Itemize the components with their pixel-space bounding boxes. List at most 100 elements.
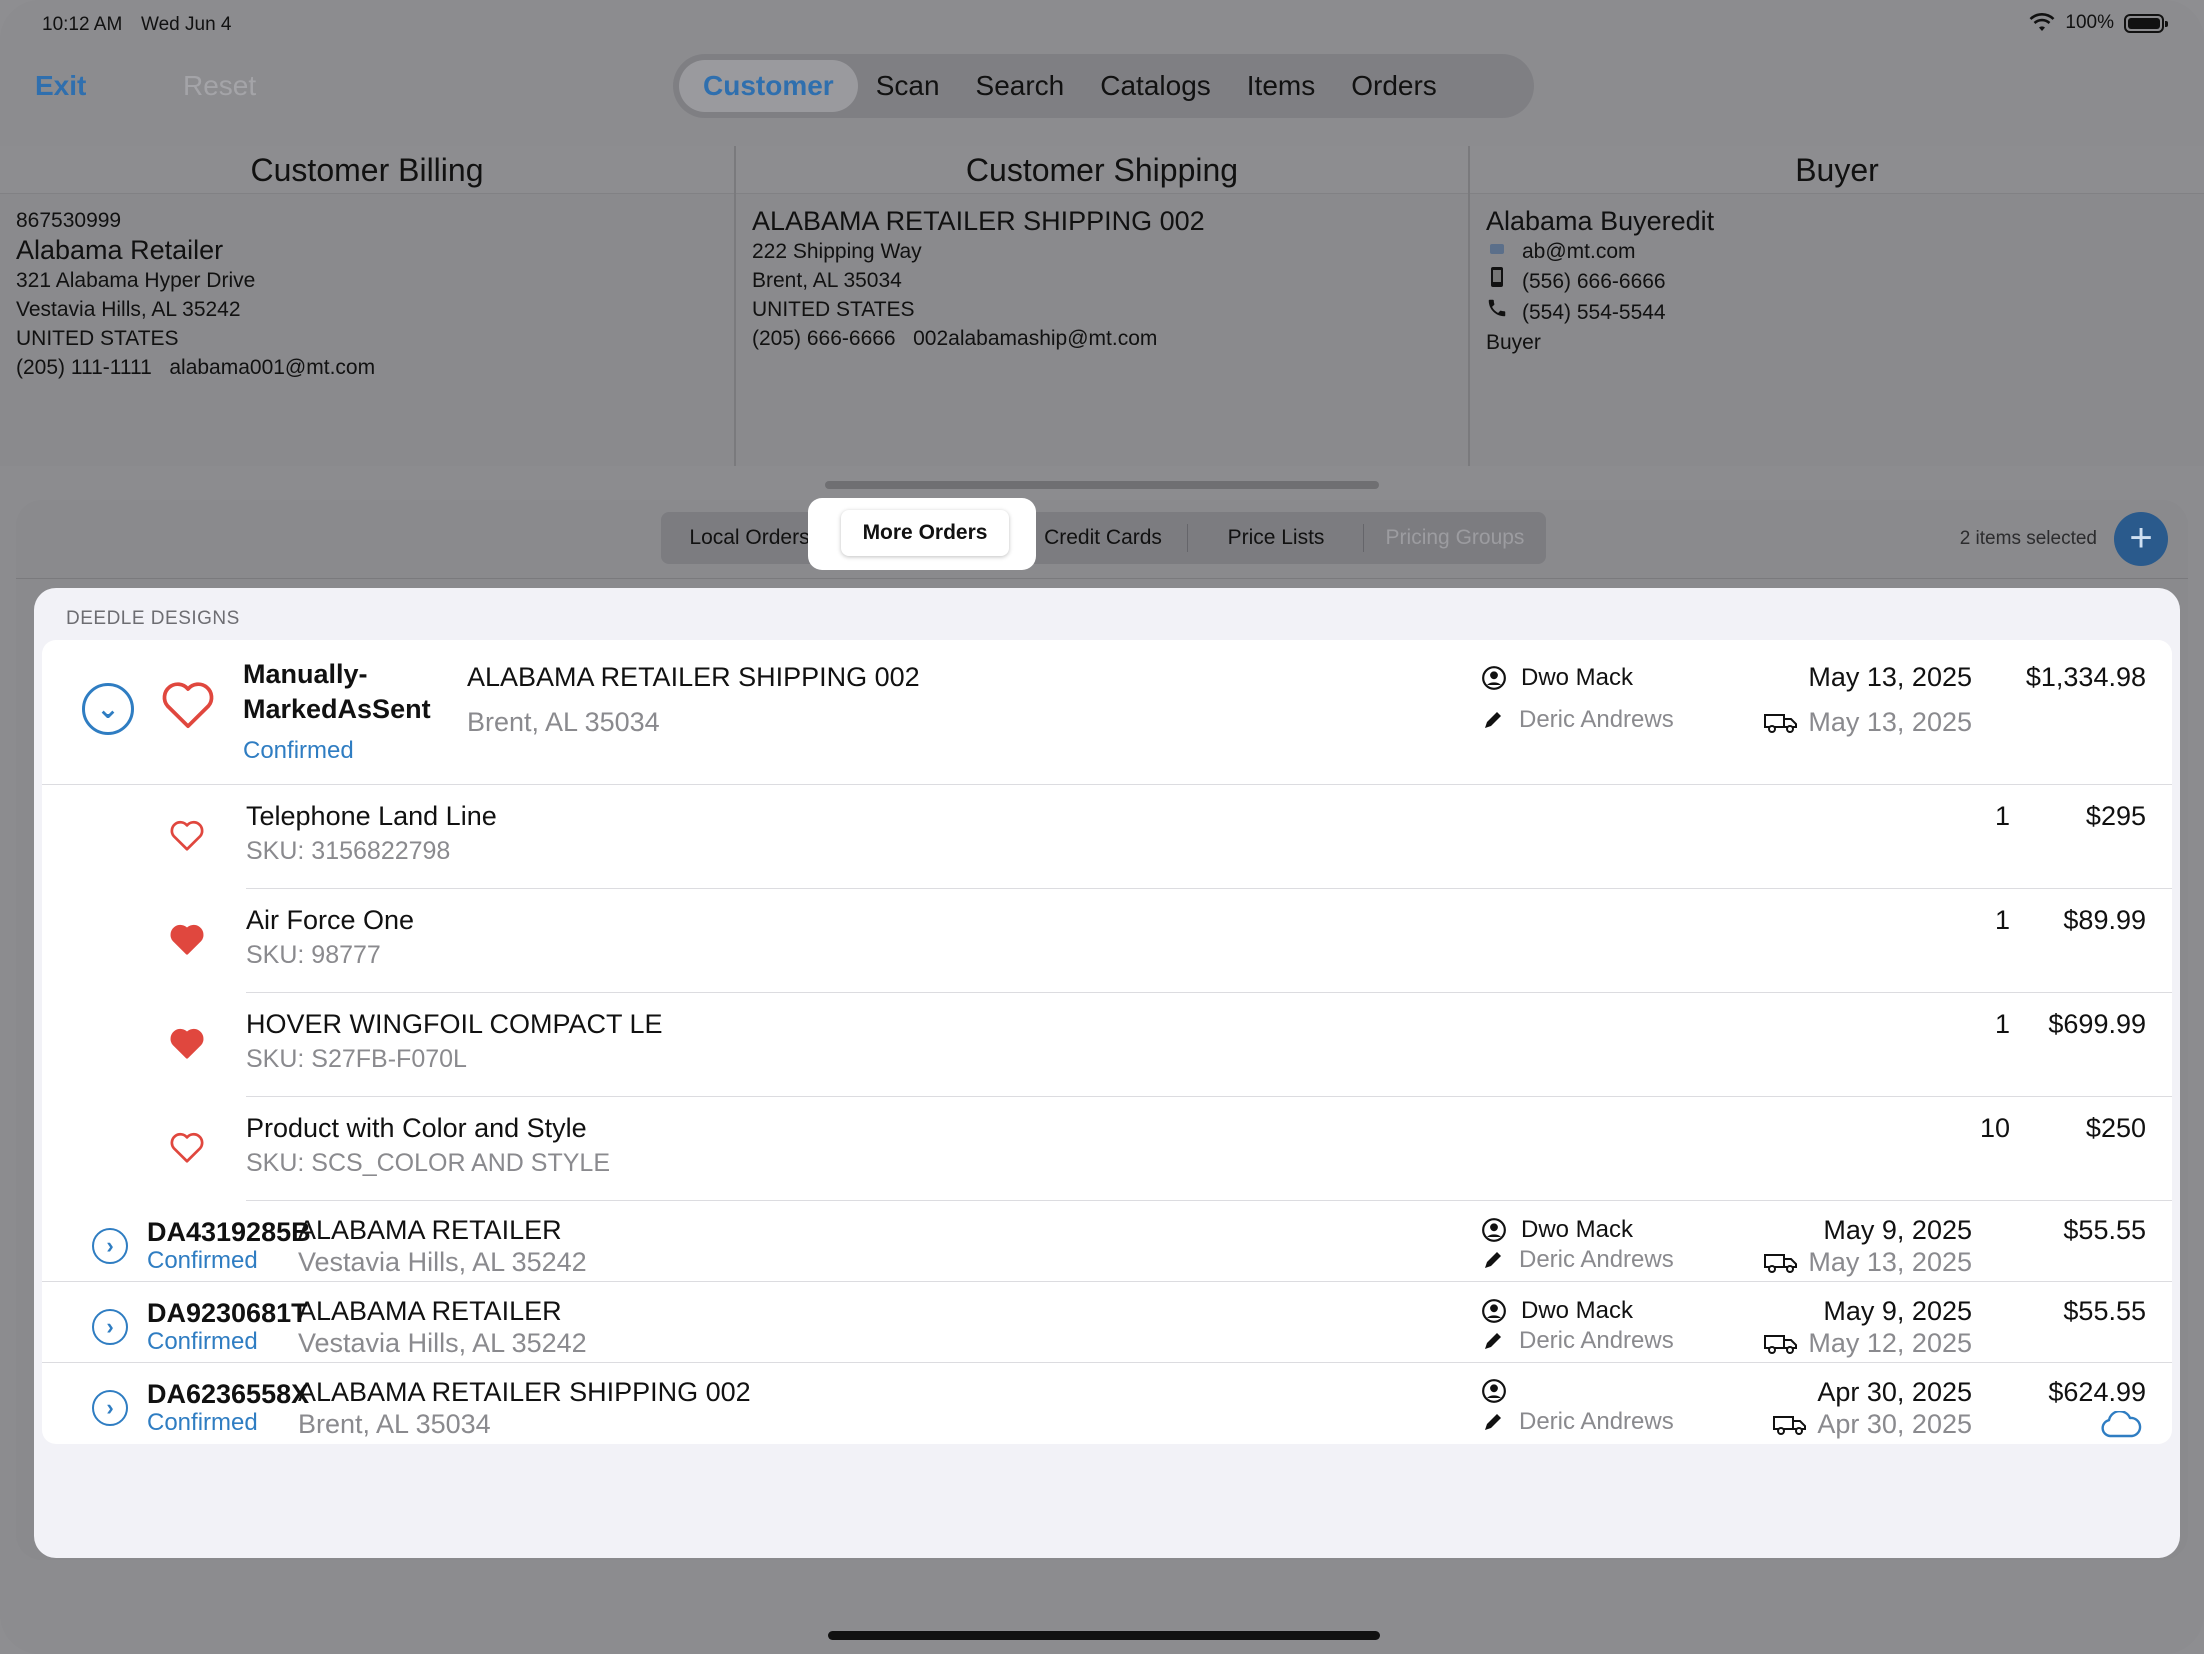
status-time: 10:12 AM bbox=[42, 14, 123, 35]
order-row[interactable]: › DA4319285B Confirmed ALABAMA RETAILER … bbox=[42, 1201, 2172, 1282]
shipping-panel[interactable]: Customer Shipping ALABAMA RETAILER SHIPP… bbox=[736, 146, 1470, 466]
order-id: DA4319285B bbox=[147, 1217, 311, 1247]
item-sku: SKU: S27FB-F070L bbox=[246, 1045, 467, 1073]
shipping-email: 002alabamaship@mt.com bbox=[913, 327, 1158, 350]
subtab-credit-cards[interactable]: Credit Cards bbox=[1018, 512, 1188, 564]
order-entered-by: Deric Andrews bbox=[1481, 706, 1674, 734]
item-qty: 1 bbox=[1994, 905, 2010, 935]
shipping-street: 222 Shipping Way bbox=[752, 240, 922, 263]
order-item-row[interactable]: HOVER WINGFOIL COMPACT LE SKU: S27FB-F07… bbox=[42, 993, 2172, 1097]
order-ship-city: Brent, AL 35034 bbox=[298, 1409, 491, 1439]
tab-items[interactable]: Items bbox=[1229, 60, 1333, 112]
billing-street: 321 Alabama Hyper Drive bbox=[16, 269, 256, 292]
group-title: DEEDLE DESIGNS bbox=[66, 608, 240, 629]
billing-name: Alabama Retailer bbox=[16, 235, 224, 265]
tab-catalogs[interactable]: Catalogs bbox=[1082, 60, 1229, 112]
order-ship-city: Brent, AL 35034 bbox=[467, 707, 660, 737]
subtab-price-lists[interactable]: Price Lists bbox=[1188, 512, 1364, 564]
billing-title: Customer Billing bbox=[0, 146, 734, 194]
buyer-phone: (554) 554-5544 bbox=[1522, 301, 1666, 324]
shipping-country: UNITED STATES bbox=[752, 298, 915, 321]
status-right: 100% bbox=[2029, 12, 2168, 34]
cloud-icon bbox=[2100, 1409, 2142, 1444]
selected-count: 2 items selected bbox=[1959, 528, 2097, 549]
billing-city: Vestavia Hills, AL 35242 bbox=[16, 298, 241, 321]
person-circle-icon bbox=[1482, 1299, 1506, 1323]
tab-orders[interactable]: Orders bbox=[1333, 60, 1455, 112]
order-ship-name: ALABAMA RETAILER bbox=[298, 1296, 562, 1326]
shipping-title: Customer Shipping bbox=[736, 146, 1468, 194]
orders-list: ⌄ Manually- MarkedAsSent Confirmed ALABA… bbox=[42, 640, 2172, 1444]
reset-button[interactable]: Reset bbox=[183, 70, 256, 102]
expand-chevron-icon[interactable]: › bbox=[92, 1390, 128, 1426]
order-id: Manually- MarkedAsSent bbox=[243, 659, 431, 724]
add-button[interactable]: + bbox=[2114, 512, 2168, 566]
buyer-title: Buyer bbox=[1470, 146, 2204, 194]
order-row[interactable]: ⌄ Manually- MarkedAsSent Confirmed ALABA… bbox=[42, 640, 2172, 785]
battery-icon bbox=[2124, 13, 2168, 33]
item-qty: 1 bbox=[1994, 801, 2010, 831]
orders-sheet: DEEDLE DESIGNS ⌄ Manually- MarkedAsSent … bbox=[34, 588, 2180, 1558]
subtab-pricing-groups[interactable]: Pricing Groups bbox=[1364, 512, 1546, 564]
person-circle-icon bbox=[1482, 666, 1506, 690]
collapse-chevron-icon[interactable]: ⌄ bbox=[82, 683, 134, 735]
buyer-panel[interactable]: Buyer Alabama Buyeredit ab@mt.com (556) … bbox=[1470, 146, 2204, 466]
main-segmented-control: Customer Scan Search Catalogs Items Orde… bbox=[673, 54, 1534, 118]
truck-icon bbox=[1764, 713, 1798, 733]
order-date: May 13, 2025 bbox=[1808, 662, 1972, 692]
exit-button[interactable]: Exit bbox=[35, 70, 86, 102]
favorite-heart-outline-icon[interactable] bbox=[160, 678, 216, 735]
item-name: Air Force One bbox=[246, 905, 415, 935]
tab-customer[interactable]: Customer bbox=[679, 60, 858, 112]
favorite-heart-filled-icon[interactable] bbox=[169, 1026, 205, 1065]
email-icon bbox=[1486, 237, 1508, 266]
favorite-heart-outline-icon[interactable] bbox=[169, 818, 205, 857]
order-ship-date: May 12, 2025 bbox=[1732, 1328, 1972, 1359]
tab-search[interactable]: Search bbox=[958, 60, 1083, 112]
order-ship-name: ALABAMA RETAILER SHIPPING 002 bbox=[298, 1377, 751, 1407]
item-price: $699.99 bbox=[2048, 1009, 2146, 1039]
order-item-row[interactable]: Telephone Land Line SKU: 3156822798 1 $2… bbox=[42, 785, 2172, 889]
item-name: Telephone Land Line bbox=[246, 801, 497, 831]
order-status: Confirmed bbox=[147, 1328, 258, 1355]
order-ship-city: Vestavia Hills, AL 35242 bbox=[298, 1328, 587, 1358]
order-total: $624.99 bbox=[2048, 1377, 2146, 1407]
billing-panel[interactable]: Customer Billing 867530999 Alabama Retai… bbox=[0, 146, 736, 466]
order-date: Apr 30, 2025 bbox=[1817, 1377, 1972, 1407]
mobile-phone-icon bbox=[1486, 266, 1508, 297]
order-date: May 9, 2025 bbox=[1823, 1215, 1972, 1245]
order-customer-rep: Dwo Mack bbox=[1481, 1216, 1633, 1244]
wifi-icon bbox=[2029, 13, 2055, 31]
panel-drag-handle[interactable] bbox=[825, 481, 1379, 489]
expand-chevron-icon[interactable]: › bbox=[92, 1228, 128, 1264]
home-indicator[interactable] bbox=[828, 1631, 1380, 1640]
subtab-more-orders[interactable]: More Orders bbox=[841, 510, 1009, 556]
order-item-row[interactable]: Product with Color and Style SKU: SCS_CO… bbox=[42, 1097, 2172, 1201]
buyer-email: ab@mt.com bbox=[1522, 240, 1636, 263]
favorite-heart-outline-icon[interactable] bbox=[169, 1130, 205, 1169]
expand-chevron-icon[interactable]: › bbox=[92, 1309, 128, 1345]
item-sku: SKU: 98777 bbox=[246, 941, 381, 969]
order-date: May 9, 2025 bbox=[1823, 1296, 1972, 1326]
buyer-mobile: (556) 666-6666 bbox=[1522, 270, 1666, 293]
shipping-name: ALABAMA RETAILER SHIPPING 002 bbox=[752, 206, 1205, 236]
pencil-icon bbox=[1485, 712, 1501, 728]
battery-percent: 100% bbox=[2065, 12, 2114, 33]
order-ship-date: Apr 30, 2025 bbox=[1732, 1409, 1972, 1440]
tab-scan[interactable]: Scan bbox=[858, 60, 958, 112]
status-bar: 10:12 AM Wed Jun 4 100% bbox=[0, 0, 2204, 48]
truck-icon bbox=[1764, 1334, 1798, 1354]
customer-panels: Customer Billing 867530999 Alabama Retai… bbox=[0, 146, 2204, 466]
order-row[interactable]: › DA6236558X Confirmed ALABAMA RETAILER … bbox=[42, 1363, 2172, 1444]
order-total: $55.55 bbox=[2063, 1215, 2146, 1245]
item-name: Product with Color and Style bbox=[246, 1113, 587, 1143]
order-row[interactable]: › DA9230681T Confirmed ALABAMA RETAILER … bbox=[42, 1282, 2172, 1363]
plus-icon: + bbox=[2129, 516, 2153, 560]
order-entered-by: Deric Andrews bbox=[1481, 1327, 1674, 1355]
favorite-heart-filled-icon[interactable] bbox=[169, 922, 205, 961]
phone-icon bbox=[1486, 297, 1508, 328]
order-item-row[interactable]: Air Force One SKU: 98777 1 $89.99 bbox=[42, 889, 2172, 993]
status-date: Wed Jun 4 bbox=[141, 14, 232, 35]
shipping-city: Brent, AL 35034 bbox=[752, 269, 902, 292]
billing-account: 867530999 bbox=[16, 209, 122, 232]
